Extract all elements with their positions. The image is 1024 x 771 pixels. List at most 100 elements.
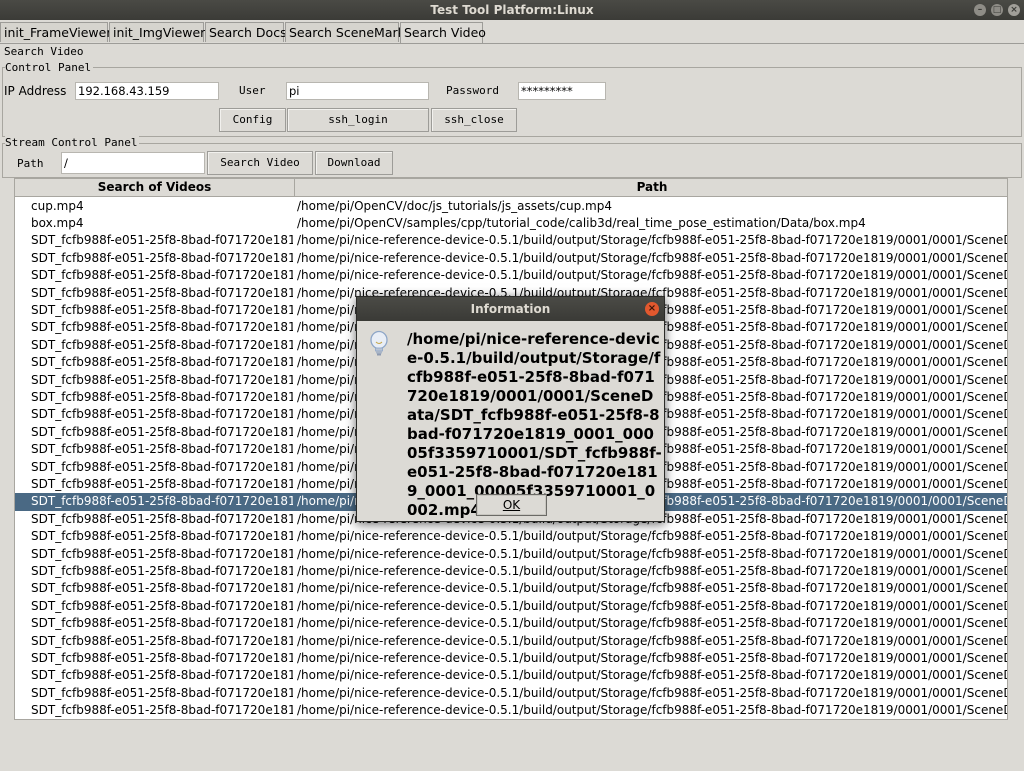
video-name-cell: SDT_fcfb988f-e051-25f8-8bad-f071720e1819…	[31, 581, 293, 596]
video-name-cell: box.mp4	[31, 215, 84, 230]
video-name-cell: SDT_fcfb988f-e051-25f8-8bad-f071720e1819…	[31, 320, 293, 335]
table-row[interactable]: SDT_fcfb988f-e051-25f8-8bad-f071720e1819…	[15, 563, 1008, 580]
video-name-cell: SDT_fcfb988f-e051-25f8-8bad-f071720e1819…	[31, 633, 293, 648]
video-path-cell: /home/pi/nice-reference-device-0.5.1/bui…	[297, 546, 1008, 561]
close-icon[interactable]: ×	[1008, 4, 1020, 16]
information-dialog: Information × /home/pi/nice-reference-de…	[356, 296, 665, 522]
table-header: Search of Videos Path	[15, 179, 1007, 197]
maximize-icon[interactable]: □	[991, 4, 1003, 16]
video-name-cell: SDT_fcfb988f-e051-25f8-8bad-f071720e1819…	[31, 616, 293, 631]
table-row[interactable]: SDT_fcfb988f-e051-25f8-8bad-f071720e1819…	[15, 528, 1008, 545]
video-name-cell: SDT_fcfb988f-e051-25f8-8bad-f071720e1819…	[31, 529, 293, 544]
video-path-cell: /home/pi/nice-reference-device-0.5.1/bui…	[297, 703, 1008, 718]
table-row[interactable]: SDT_fcfb988f-e051-25f8-8bad-f071720e1819…	[15, 685, 1008, 702]
table-row[interactable]: SDT_fcfb988f-e051-25f8-8bad-f071720e1819…	[15, 232, 1008, 249]
tab-search-docs[interactable]: Search Docs	[205, 22, 287, 42]
column-header-videos[interactable]: Search of Videos	[15, 179, 295, 196]
video-name-cell: SDT_fcfb988f-e051-25f8-8bad-f071720e1819…	[31, 355, 293, 370]
download-button[interactable]: Download	[315, 151, 393, 175]
config-button[interactable]: Config	[219, 108, 286, 132]
video-path-cell: /home/pi/nice-reference-device-0.5.1/bui…	[297, 598, 1008, 613]
video-name-cell: SDT_fcfb988f-e051-25f8-8bad-f071720e1819…	[31, 459, 293, 474]
ip-address-input[interactable]: 192.168.43.159	[75, 82, 219, 100]
stream-panel-label: Stream Control Panel	[5, 136, 140, 149]
column-header-path[interactable]: Path	[295, 179, 1007, 196]
video-name-cell: SDT_fcfb988f-e051-25f8-8bad-f071720e1819…	[31, 703, 293, 718]
table-row[interactable]: box.mp4/home/pi/OpenCV/samples/cpp/tutor…	[15, 215, 1007, 232]
user-label: User	[239, 84, 266, 97]
video-name-cell: SDT_fcfb988f-e051-25f8-8bad-f071720e1819…	[31, 233, 293, 248]
ssh-login-button[interactable]: ssh_login	[287, 108, 429, 132]
video-name-cell: SDT_fcfb988f-e051-25f8-8bad-f071720e1819…	[31, 598, 293, 613]
video-path-cell: /home/pi/nice-reference-device-0.5.1/bui…	[297, 250, 1008, 265]
table-row[interactable]: SDT_fcfb988f-e051-25f8-8bad-f071720e1819…	[15, 250, 1008, 267]
video-path-cell: /home/pi/nice-reference-device-0.5.1/bui…	[297, 268, 1008, 283]
table-row[interactable]: SDT_fcfb988f-e051-25f8-8bad-f071720e1819…	[15, 580, 1008, 597]
dialog-message: /home/pi/nice-reference-device-0.5.1/bui…	[407, 330, 662, 519]
table-row[interactable]: SDT_fcfb988f-e051-25f8-8bad-f071720e1819…	[15, 702, 1008, 719]
tab-init-frameviewer[interactable]: init_FrameViewer	[0, 22, 111, 42]
tab-search-video[interactable]: Search Video	[400, 22, 486, 44]
video-name-cell: SDT_fcfb988f-e051-25f8-8bad-f071720e1819…	[31, 268, 293, 283]
video-path-cell: /home/pi/nice-reference-device-0.5.1/bui…	[297, 233, 1008, 248]
ok-button[interactable]: OK	[476, 494, 547, 516]
video-path-cell: /home/pi/nice-reference-device-0.5.1/bui…	[297, 650, 1008, 665]
password-input[interactable]: *********	[518, 82, 606, 100]
video-path-cell: /home/pi/nice-reference-device-0.5.1/bui…	[297, 668, 1008, 683]
tab-divider	[0, 43, 1024, 44]
video-path-cell: /home/pi/nice-reference-device-0.5.1/bui…	[297, 720, 1008, 721]
path-input[interactable]: /	[61, 152, 205, 174]
search-video-group-label: Search Video	[4, 45, 84, 58]
video-name-cell: SDT_fcfb988f-e051-25f8-8bad-f071720e1819…	[31, 668, 293, 683]
video-name-cell: SDT_fcfb988f-e051-25f8-8bad-f071720e1819…	[31, 302, 293, 317]
video-path-cell: /home/pi/nice-reference-device-0.5.1/bui…	[297, 633, 1008, 648]
search-video-button[interactable]: Search Video	[207, 151, 313, 175]
table-row[interactable]: cup.mp4/home/pi/OpenCV/doc/js_tutorials/…	[15, 198, 1007, 215]
video-name-cell: SDT_fcfb988f-e051-25f8-8bad-f071720e1819…	[31, 337, 293, 352]
table-row[interactable]: SDT_fcfb988f-e051-25f8-8bad-f071720e1819…	[15, 650, 1008, 667]
video-name-cell: SDT_fcfb988f-e051-25f8-8bad-f071720e1819…	[31, 285, 293, 300]
dialog-close-icon[interactable]: ×	[645, 302, 659, 316]
table-row[interactable]: SDT_fcfb988f-e051-25f8-8bad-f071720e1819…	[15, 720, 1008, 721]
video-name-cell: SDT_fcfb988f-e051-25f8-8bad-f071720e1819…	[31, 511, 293, 526]
minimize-icon[interactable]: –	[974, 4, 986, 16]
video-name-cell: SDT_fcfb988f-e051-25f8-8bad-f071720e1819…	[31, 372, 293, 387]
table-row[interactable]: SDT_fcfb988f-e051-25f8-8bad-f071720e1819…	[15, 633, 1008, 650]
password-label: Password	[446, 84, 499, 97]
video-name-cell: SDT_fcfb988f-e051-25f8-8bad-f071720e1819…	[31, 720, 293, 721]
window-titlebar: Test Tool Platform:Linux – □ ×	[0, 0, 1024, 20]
video-name-cell: SDT_fcfb988f-e051-25f8-8bad-f071720e1819…	[31, 685, 293, 700]
video-name-cell: SDT_fcfb988f-e051-25f8-8bad-f071720e1819…	[31, 250, 293, 265]
table-row[interactable]: SDT_fcfb988f-e051-25f8-8bad-f071720e1819…	[15, 667, 1008, 684]
table-row[interactable]: SDT_fcfb988f-e051-25f8-8bad-f071720e1819…	[15, 615, 1007, 632]
video-name-cell: SDT_fcfb988f-e051-25f8-8bad-f071720e1819…	[31, 546, 293, 561]
table-row[interactable]: SDT_fcfb988f-e051-25f8-8bad-f071720e1819…	[15, 598, 1008, 615]
video-path-cell: /home/pi/nice-reference-device-0.5.1/bui…	[297, 563, 1008, 578]
control-panel-label: Control Panel	[5, 61, 94, 74]
dialog-title: Information	[470, 302, 551, 316]
user-input[interactable]: pi	[286, 82, 429, 100]
ip-address-label: IP Address	[4, 84, 67, 98]
video-name-cell: SDT_fcfb988f-e051-25f8-8bad-f071720e1819…	[31, 442, 293, 457]
video-path-cell: /home/pi/nice-reference-device-0.5.1/bui…	[297, 581, 1008, 596]
video-name-cell: SDT_fcfb988f-e051-25f8-8bad-f071720e1819…	[31, 494, 293, 509]
video-name-cell: SDT_fcfb988f-e051-25f8-8bad-f071720e1819…	[31, 424, 293, 439]
lightbulb-icon	[368, 330, 390, 361]
tab-search-scenemark[interactable]: Search SceneMark	[285, 22, 405, 42]
path-label: Path	[17, 157, 44, 170]
video-path-cell: /home/pi/OpenCV/samples/cpp/tutorial_cod…	[297, 215, 866, 230]
video-name-cell: SDT_fcfb988f-e051-25f8-8bad-f071720e1819…	[31, 476, 293, 491]
video-name-cell: cup.mp4	[31, 198, 84, 213]
tab-init-imgviewer[interactable]: init_ImgViewer	[109, 22, 205, 42]
video-name-cell: SDT_fcfb988f-e051-25f8-8bad-f071720e1819…	[31, 389, 293, 404]
video-name-cell: SDT_fcfb988f-e051-25f8-8bad-f071720e1819…	[31, 563, 293, 578]
table-row[interactable]: SDT_fcfb988f-e051-25f8-8bad-f071720e1819…	[15, 546, 1008, 563]
video-name-cell: SDT_fcfb988f-e051-25f8-8bad-f071720e1819…	[31, 650, 293, 665]
table-row[interactable]: SDT_fcfb988f-e051-25f8-8bad-f071720e1819…	[15, 267, 1008, 284]
dialog-titlebar: Information ×	[357, 297, 664, 321]
ssh-close-button[interactable]: ssh_close	[431, 108, 517, 132]
window-title: Test Tool Platform:Linux	[430, 3, 594, 17]
video-path-cell: /home/pi/nice-reference-device-0.5.1/bui…	[297, 685, 1008, 700]
video-path-cell: /home/pi/nice-reference-device-0.5.1/bui…	[297, 529, 1008, 544]
video-path-cell: /home/pi/OpenCV/doc/js_tutorials/js_asse…	[297, 198, 612, 213]
